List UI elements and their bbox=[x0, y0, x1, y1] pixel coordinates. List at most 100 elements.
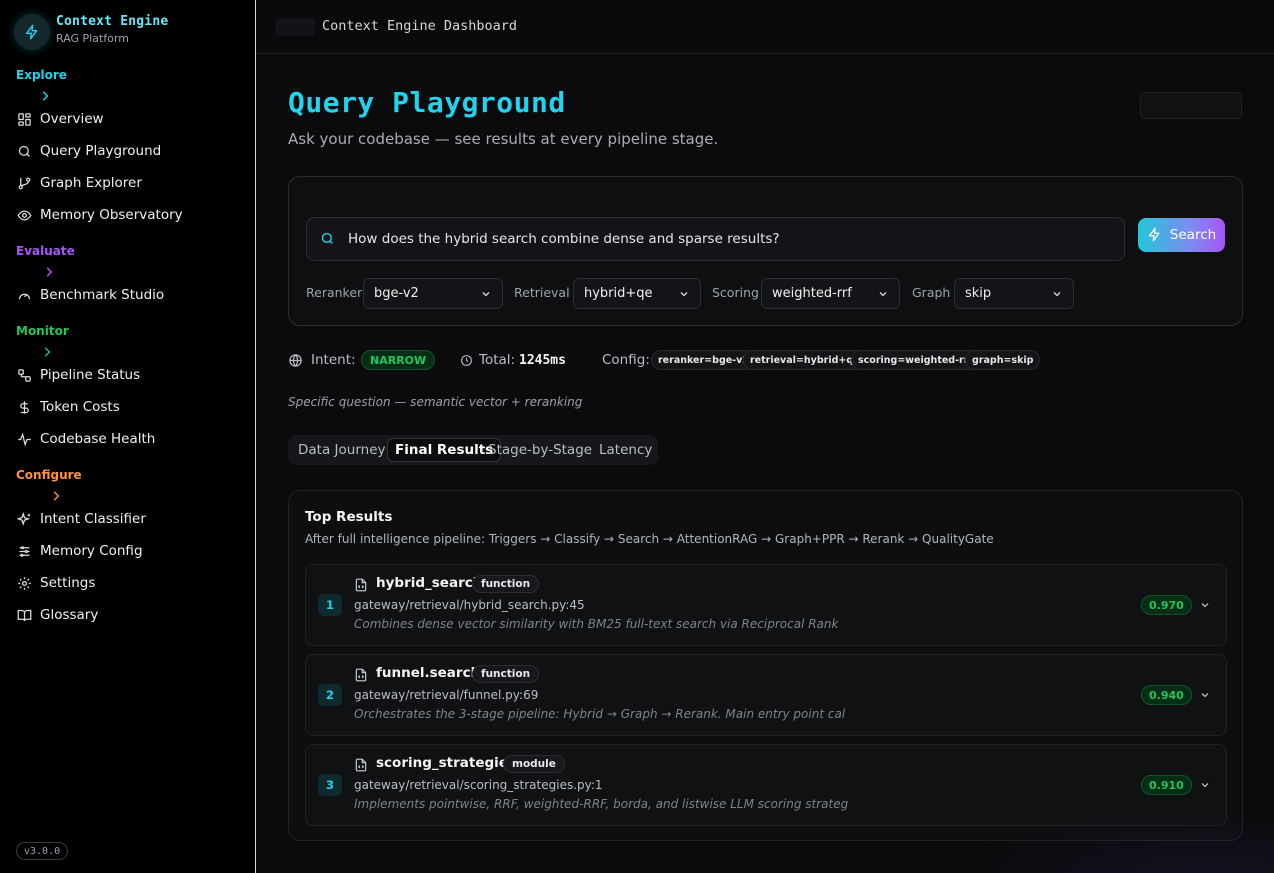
dollar-icon bbox=[16, 399, 32, 415]
sidebar: Context Engine RAG Platform Explore Over… bbox=[0, 0, 256, 873]
sidebar-item-overview[interactable]: Overview bbox=[16, 108, 104, 130]
results-subtitle: After full intelligence pipeline: Trigge… bbox=[305, 532, 994, 546]
sidebar-item-memory-observatory[interactable]: Memory Observatory bbox=[16, 204, 183, 226]
sidebar-item-label: Query Playground bbox=[40, 143, 162, 159]
result-description: Combines dense vector similarity with BM… bbox=[354, 617, 839, 631]
file-code-icon bbox=[354, 668, 368, 682]
sidebar-item-label: Intent Classifier bbox=[40, 511, 146, 527]
retrieval-select[interactable]: hybrid+qe bbox=[573, 278, 701, 309]
chevron-right-icon[interactable] bbox=[42, 264, 56, 283]
result-item[interactable]: 2 funnel.search function gateway/retriev… bbox=[305, 654, 1227, 736]
score-badge: 0.970 bbox=[1141, 595, 1192, 615]
chevron-right-icon[interactable] bbox=[40, 344, 54, 363]
section-label-configure: Configure bbox=[16, 468, 82, 482]
tab-data-journey[interactable]: Data Journey bbox=[291, 438, 393, 462]
section-label-evaluate: Evaluate bbox=[16, 244, 75, 258]
brand-title: Context Engine bbox=[56, 14, 169, 29]
intent-badge: NARROW bbox=[361, 350, 436, 370]
reranker-value: bge-v2 bbox=[374, 286, 419, 301]
graph-label: Graph bbox=[912, 285, 951, 300]
sidebar-item-label: Graph Explorer bbox=[40, 175, 142, 191]
result-kind-badge: function bbox=[472, 575, 540, 593]
result-name: scoring_strategies bbox=[376, 755, 516, 771]
section-label-monitor: Monitor bbox=[16, 324, 69, 338]
sidebar-item-query-playground[interactable]: Query Playground bbox=[16, 140, 161, 162]
rank-badge: 3 bbox=[318, 774, 342, 796]
sidebar-item-pipeline-status[interactable]: Pipeline Status bbox=[16, 364, 140, 386]
intent-label: Intent: bbox=[311, 352, 356, 368]
chevron-down-icon[interactable] bbox=[1199, 599, 1211, 611]
result-item[interactable]: 1 hybrid_search function gateway/retriev… bbox=[305, 564, 1227, 646]
config-label: Config: bbox=[602, 352, 650, 368]
chevron-down-icon[interactable] bbox=[1199, 689, 1211, 701]
result-description: Implements pointwise, RRF, weighted-RRF,… bbox=[354, 797, 849, 811]
lightning-icon bbox=[14, 14, 50, 50]
sidebar-item-glossary[interactable]: Glossary bbox=[16, 604, 98, 626]
chevron-down-icon bbox=[480, 288, 492, 300]
workflow-icon bbox=[16, 367, 32, 383]
sidebar-item-label: Overview bbox=[40, 111, 104, 127]
sparkles-icon bbox=[16, 511, 32, 527]
result-path: gateway/retrieval/scoring_strategies.py:… bbox=[354, 778, 603, 792]
rank-badge: 2 bbox=[318, 684, 342, 706]
file-code-icon bbox=[354, 578, 368, 592]
config-chip: reranker=bge-v2 bbox=[651, 350, 756, 370]
result-name: funnel.search bbox=[376, 665, 481, 681]
sidebar-item-settings[interactable]: Settings bbox=[16, 572, 95, 594]
search-icon bbox=[320, 231, 336, 247]
result-kind-badge: function bbox=[472, 665, 540, 683]
sidebar-item-intent-classifier[interactable]: Intent Classifier bbox=[16, 508, 146, 530]
grid-icon bbox=[16, 111, 32, 127]
score-badge: 0.910 bbox=[1141, 775, 1192, 795]
sidebar-item-benchmark-studio[interactable]: Benchmark Studio bbox=[16, 284, 164, 306]
sliders-icon bbox=[16, 543, 32, 559]
sidebar-item-label: Memory Config bbox=[40, 543, 143, 559]
eye-icon bbox=[16, 207, 32, 223]
brand-subtitle: RAG Platform bbox=[56, 32, 129, 45]
search-icon bbox=[16, 143, 32, 159]
config-chip: scoring=weighted-rrf bbox=[851, 350, 980, 370]
score-badge: 0.940 bbox=[1141, 685, 1192, 705]
scoring-select[interactable]: weighted-rrf bbox=[761, 278, 900, 309]
total-value: 1245ms bbox=[519, 352, 566, 368]
reranker-select[interactable]: bge-v2 bbox=[363, 278, 503, 309]
scoring-value: weighted-rrf bbox=[772, 286, 852, 301]
config-chip: graph=skip bbox=[965, 350, 1041, 370]
file-code-icon bbox=[354, 758, 368, 772]
clock-icon bbox=[460, 348, 473, 372]
sidebar-item-codebase-health[interactable]: Codebase Health bbox=[16, 428, 155, 450]
graph-select[interactable]: skip bbox=[954, 278, 1074, 309]
sidebar-item-memory-config[interactable]: Memory Config bbox=[16, 540, 143, 562]
chevron-right-icon[interactable] bbox=[49, 488, 63, 507]
intent-description: Specific question — semantic vector + re… bbox=[288, 395, 583, 409]
tab-latency[interactable]: Latency bbox=[592, 438, 659, 462]
search-box[interactable] bbox=[306, 217, 1125, 261]
retrieval-label: Retrieval bbox=[514, 285, 570, 300]
tab-stage-by-stage[interactable]: Stage-by-Stage bbox=[481, 438, 599, 462]
git-branch-icon bbox=[16, 175, 32, 191]
version-badge: v3.0.0 bbox=[16, 842, 69, 860]
result-name: hybrid_search bbox=[376, 575, 483, 591]
chevron-down-icon[interactable] bbox=[1199, 779, 1211, 791]
result-tabs: Data Journey Final Results Stage-by-Stag… bbox=[288, 435, 658, 465]
main-content: Context Engine Dashboard Query Playgroun… bbox=[257, 0, 1274, 873]
brand[interactable]: Context Engine RAG Platform bbox=[14, 14, 168, 50]
result-item[interactable]: 3 scoring_strategies module gateway/retr… bbox=[305, 744, 1227, 826]
header-action-button[interactable] bbox=[1140, 92, 1242, 119]
search-button[interactable]: Search bbox=[1138, 218, 1225, 252]
section-label-explore: Explore bbox=[16, 68, 67, 82]
sidebar-item-token-costs[interactable]: Token Costs bbox=[16, 396, 120, 418]
sidebar-toggle-button[interactable] bbox=[275, 18, 315, 36]
chevron-down-icon bbox=[1051, 288, 1063, 300]
app-root: Context Engine RAG Platform Explore Over… bbox=[0, 0, 1274, 873]
query-meta-row: Intent: NARROW Total: 1245ms Config: rer… bbox=[288, 348, 1248, 372]
sidebar-item-label: Benchmark Studio bbox=[40, 287, 165, 303]
query-input[interactable] bbox=[348, 231, 1108, 247]
gear-icon bbox=[16, 575, 32, 591]
retrieval-value: hybrid+qe bbox=[584, 286, 653, 301]
page-subtitle: Ask your codebase — see results at every… bbox=[288, 130, 719, 148]
chevron-right-icon[interactable] bbox=[38, 88, 52, 107]
sidebar-item-graph-explorer[interactable]: Graph Explorer bbox=[16, 172, 142, 194]
results-title: Top Results bbox=[305, 509, 393, 525]
topbar-title: Context Engine Dashboard bbox=[322, 18, 518, 34]
